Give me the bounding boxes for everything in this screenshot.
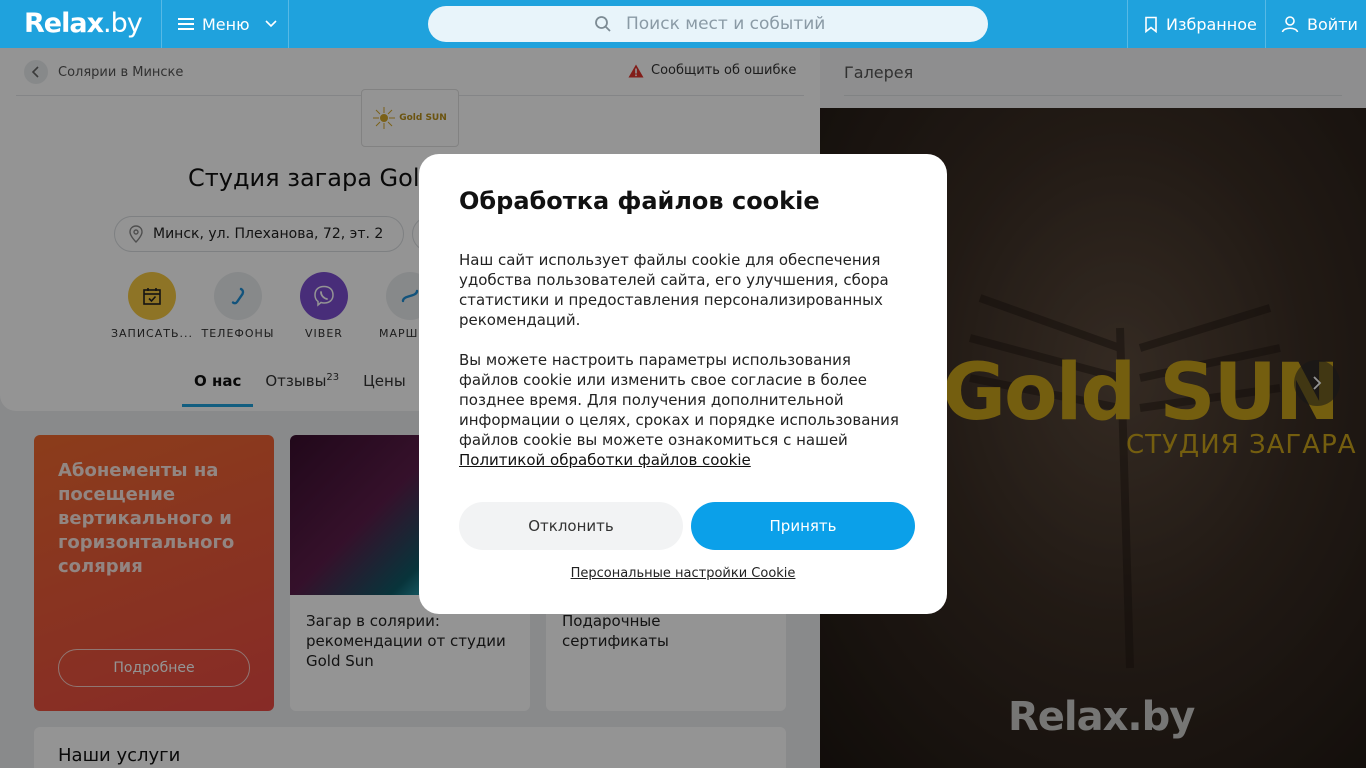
search-icon: [595, 16, 611, 32]
header-divider: [1265, 0, 1266, 48]
header-divider: [288, 0, 289, 48]
personal-cookie-settings-link[interactable]: Персональные настройки Cookie: [419, 566, 947, 581]
logo-suffix-text: .by: [103, 8, 143, 39]
cookie-dialog-title: Обработка файлов cookie: [459, 187, 820, 215]
menu-label: Меню: [202, 14, 250, 34]
hamburger-icon: [178, 18, 194, 30]
search-bar[interactable]: [428, 6, 988, 42]
user-icon: [1281, 16, 1299, 33]
accept-button[interactable]: Принять: [691, 502, 915, 550]
chevron-down-icon: [265, 20, 277, 28]
cookie-paragraph-2-text: Вы можете настроить параметры использова…: [459, 351, 899, 449]
login-label: Войти: [1307, 14, 1358, 34]
cookie-dialog: Обработка файлов cookie Наш сайт использ…: [419, 154, 947, 614]
header-divider: [161, 0, 162, 48]
top-header: Relax.by Меню Избранное Войти: [0, 0, 1366, 48]
favorites-button[interactable]: Избранное: [1144, 0, 1257, 48]
search-input[interactable]: [626, 6, 966, 42]
bookmark-icon: [1145, 16, 1157, 33]
logo-main-text: Relax: [24, 8, 104, 39]
header-divider: [1127, 0, 1128, 48]
decline-button[interactable]: Отклонить: [459, 502, 683, 550]
cookie-paragraph-1: Наш сайт использует файлы cookie для обе…: [459, 251, 889, 329]
cookie-dialog-body: Наш сайт использует файлы cookie для обе…: [459, 250, 907, 470]
menu-button[interactable]: Меню: [178, 0, 278, 48]
favorites-label: Избранное: [1166, 14, 1257, 34]
cookie-button-row: Отклонить Принять: [459, 502, 915, 550]
cookie-paragraph-2: Вы можете настроить параметры использова…: [459, 350, 907, 470]
site-logo[interactable]: Relax.by: [24, 8, 143, 39]
login-button[interactable]: Войти: [1281, 0, 1358, 48]
cookie-policy-link[interactable]: Политикой обработки файлов cookie: [459, 451, 751, 469]
